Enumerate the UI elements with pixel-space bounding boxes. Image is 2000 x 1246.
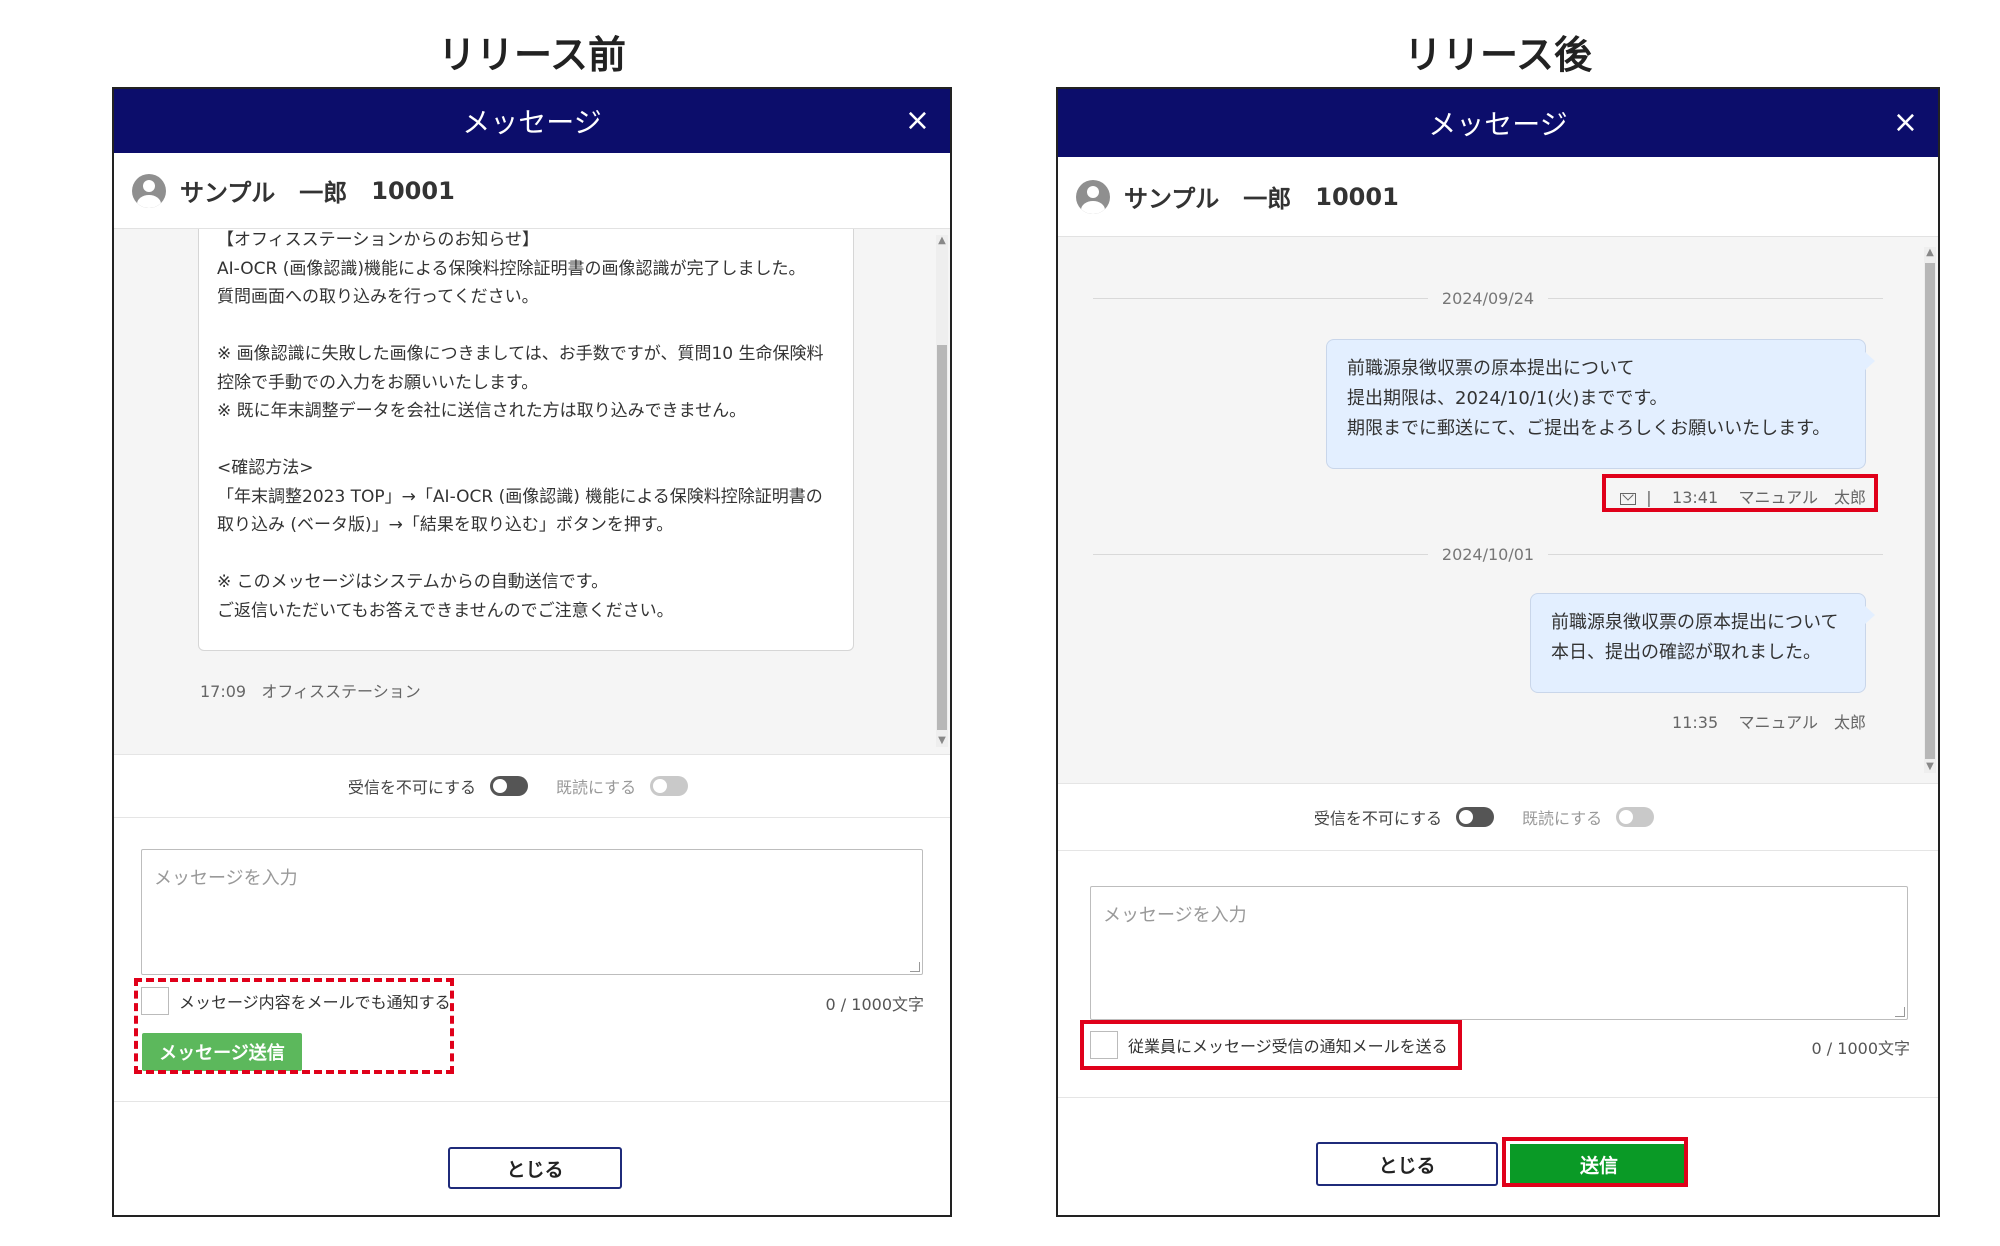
scrollbar[interactable]: ▲ ▼ — [936, 235, 948, 747]
read-toggle[interactable] — [650, 776, 689, 796]
message-meta: 11:35 マニュアル 太郎 — [1613, 709, 1866, 733]
date-label: 2024/10/01 — [1441, 545, 1535, 564]
user-id: 10001 — [1315, 182, 1399, 211]
char-counter: 0 / 1000文字 — [1811, 1039, 1910, 1058]
date-separator: 2024/09/24 — [1093, 289, 1883, 308]
message-sender: オフィスステーション — [261, 682, 421, 701]
char-counter: 0 / 1000文字 — [825, 995, 924, 1014]
footer-divider — [114, 1101, 950, 1102]
scrollbar[interactable]: ▲ ▼ — [1924, 247, 1936, 773]
scroll-up-icon[interactable]: ▲ — [1924, 247, 1936, 259]
before-heading: リリース前 — [437, 33, 627, 77]
close-button[interactable]: とじる — [1316, 1142, 1498, 1186]
message-bubble: 前職源泉徴収票の原本提出について 提出期限は、2024/10/1(火)までです。… — [1326, 339, 1875, 469]
scroll-down-icon[interactable]: ▼ — [1924, 761, 1936, 773]
read-toggle[interactable] — [1616, 807, 1655, 827]
message-time: 17:09 — [200, 682, 247, 701]
dialog-title: メッセージ — [462, 106, 602, 139]
read-label: 既読にする — [1522, 809, 1603, 828]
date-label: 2024/09/24 — [1441, 289, 1535, 308]
message-time: 11:35 — [1672, 713, 1719, 732]
message-input[interactable]: メッセージを入力 — [1090, 886, 1908, 1020]
close-icon[interactable]: × — [1893, 108, 1918, 138]
reject-label: 受信を不可にする — [1313, 809, 1442, 828]
highlight-send — [1502, 1137, 1688, 1187]
after-heading: リリース後 — [1403, 33, 1593, 77]
dialog-header: メッセージ × — [114, 89, 950, 153]
resize-handle[interactable] — [1895, 1007, 1905, 1017]
message-meta: 17:09 オフィスステーション — [200, 678, 421, 702]
message-input[interactable]: メッセージを入力 — [141, 849, 923, 975]
message-bubble: 【オフィスステーションからのお知らせ】 AI-OCR (画像認識)機能による保険… — [198, 229, 854, 651]
dialog-title: メッセージ — [1428, 108, 1568, 141]
reject-label: 受信を不可にする — [347, 778, 476, 797]
highlight-checkbox — [1080, 1020, 1462, 1070]
highlight-meta — [1602, 474, 1878, 512]
scroll-down-icon[interactable]: ▼ — [936, 735, 948, 747]
close-button[interactable]: とじる — [448, 1147, 622, 1189]
message-bubble: 前職源泉徴収票の原本提出について 本日、提出の確認が取れました。 — [1530, 593, 1875, 693]
user-row: サンプル 一郎 10001 — [114, 153, 950, 229]
toggle-row: 受信を不可にする 既読にする — [114, 754, 950, 818]
toggle-row: 受信を不可にする 既読にする — [1058, 783, 1938, 851]
avatar-icon — [132, 173, 166, 208]
reject-toggle[interactable] — [490, 776, 528, 796]
highlight-before — [134, 978, 454, 1074]
reject-toggle[interactable] — [1456, 807, 1494, 827]
message-area: 【オフィスステーションからのお知らせ】 AI-OCR (画像認識)機能による保険… — [114, 229, 950, 754]
resize-handle[interactable] — [910, 962, 920, 972]
dialog-header: メッセージ × — [1058, 89, 1938, 157]
scroll-thumb[interactable] — [1925, 263, 1935, 759]
user-row: サンプル 一郎 10001 — [1058, 157, 1938, 237]
message-input-placeholder: メッセージを入力 — [154, 868, 298, 889]
user-id: 10001 — [371, 176, 455, 205]
scroll-up-icon[interactable]: ▲ — [936, 235, 948, 247]
avatar-icon — [1076, 179, 1110, 214]
read-label: 既読にする — [556, 778, 637, 797]
date-separator: 2024/10/01 — [1093, 545, 1883, 564]
message-input-placeholder: メッセージを入力 — [1103, 905, 1247, 926]
user-name: サンプル 一郎 — [1124, 185, 1292, 213]
close-icon[interactable]: × — [905, 106, 930, 136]
scroll-thumb[interactable] — [937, 345, 947, 730]
user-name: サンプル 一郎 — [180, 179, 348, 207]
footer-divider — [1058, 1097, 1938, 1098]
message-sender: マニュアル 太郎 — [1738, 713, 1866, 732]
